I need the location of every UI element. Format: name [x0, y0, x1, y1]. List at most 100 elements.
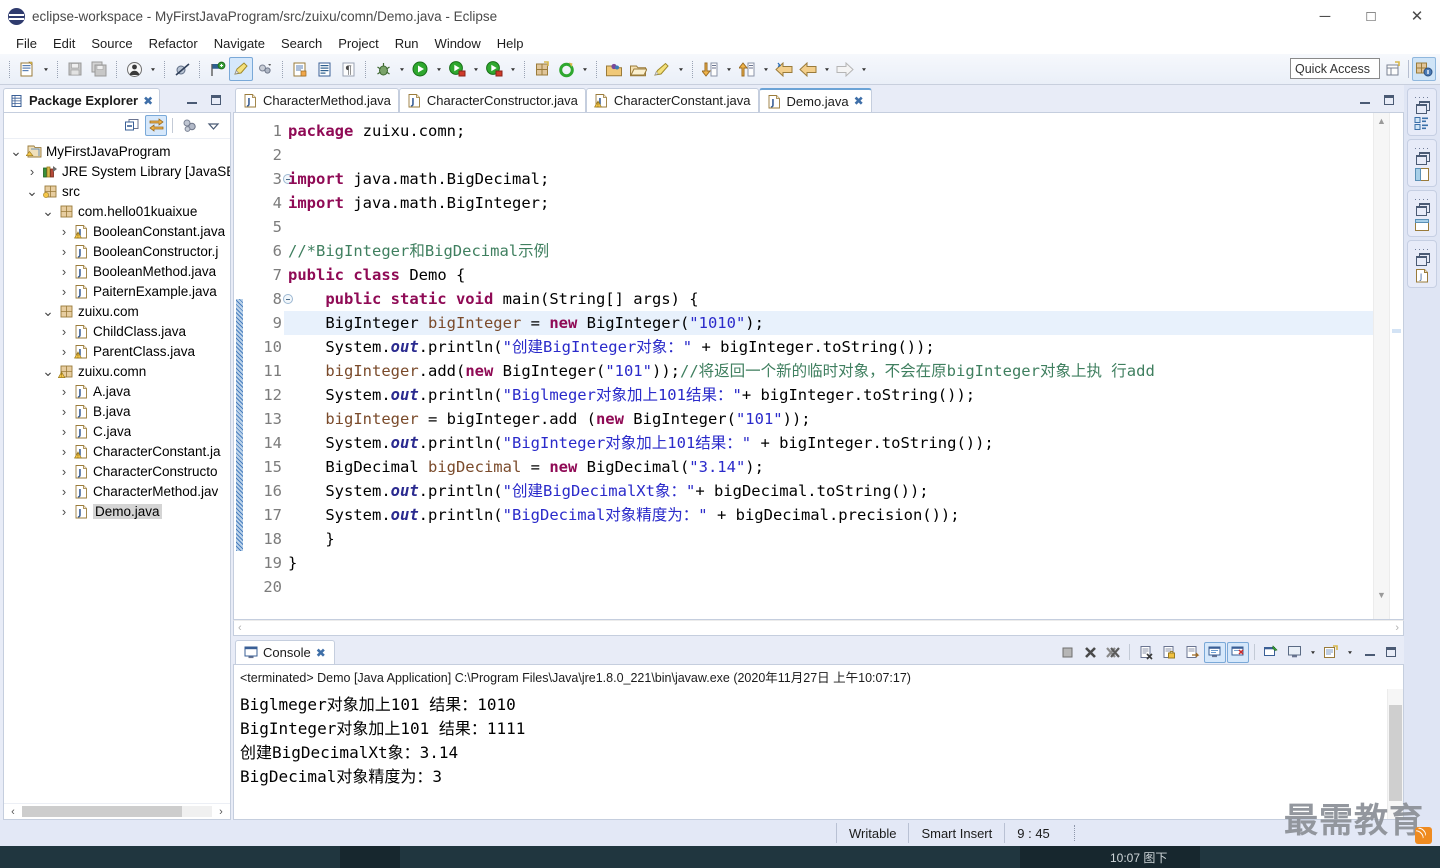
maximize-icon[interactable]	[209, 93, 223, 107]
menu-navigate[interactable]: Navigate	[206, 34, 273, 53]
coverage-dropdown-icon[interactable]	[469, 58, 482, 80]
code-line[interactable]: import java.math.BigDecimal;	[284, 167, 1373, 191]
code-line[interactable]: System.out.println("创建BigInteger对象：" + b…	[284, 335, 1373, 359]
open-console-icon[interactable]	[1320, 642, 1342, 663]
editor-horizontal-scrollbar[interactable]: ‹ ›	[233, 620, 1404, 636]
chevron-right-icon[interactable]: ›	[58, 484, 70, 499]
toggle-breadcrumb-icon[interactable]	[122, 57, 146, 81]
console-output[interactable]: Biglmeger对象加上101 结果：1010 BigInteger对象加上10…	[234, 689, 1387, 819]
chevron-right-icon[interactable]: ›	[58, 404, 70, 419]
drag-handle-icon[interactable]: ․․․․	[1414, 193, 1430, 202]
back-dropdown-icon[interactable]	[820, 58, 833, 80]
run-dropdown-icon[interactable]	[432, 58, 445, 80]
restore-icon[interactable]	[1415, 203, 1430, 216]
next-edit-icon[interactable]	[735, 57, 759, 81]
code-line[interactable]	[284, 143, 1373, 167]
run-icon[interactable]	[408, 57, 432, 81]
drag-handle-icon[interactable]: ․․․․	[1414, 91, 1430, 100]
chevron-right-icon[interactable]: ›	[58, 284, 70, 299]
external-tools-icon[interactable]	[482, 57, 506, 81]
link-with-editor-icon[interactable]	[145, 115, 167, 136]
tree-item[interactable]: › J Demo.java	[4, 501, 230, 521]
minimize-icon[interactable]	[185, 93, 199, 107]
scroll-thumb[interactable]	[1389, 705, 1402, 801]
tree-item[interactable]: ⌄ src	[4, 181, 230, 201]
menu-window[interactable]: Window	[427, 34, 489, 53]
refresh-dropdown-icon[interactable]	[578, 58, 591, 80]
coverage-icon[interactable]	[445, 57, 469, 81]
java-editor-shortcut[interactable]: ․․․․ J	[1407, 240, 1437, 288]
tab-console[interactable]: Console ✖	[235, 640, 335, 664]
open-console-dropdown-icon[interactable]	[1343, 641, 1356, 663]
tree-item[interactable]: ⌄ com.hello01kuaixue	[4, 201, 230, 221]
tree-item[interactable]: › J CharacterConstructo	[4, 461, 230, 481]
refresh-icon[interactable]	[554, 57, 578, 81]
skip-breakpoints-icon[interactable]	[170, 57, 194, 81]
menu-source[interactable]: Source	[83, 34, 140, 53]
minimize-icon[interactable]	[1363, 645, 1377, 659]
quick-fix-icon[interactable]	[650, 57, 674, 81]
pin-console-icon[interactable]	[1260, 642, 1282, 663]
tree-item[interactable]: › J A.java	[4, 381, 230, 401]
outline-view-icon[interactable]	[1414, 116, 1430, 131]
new-java-class-icon[interactable]	[288, 57, 312, 81]
java-perspective-button[interactable]	[1412, 57, 1436, 81]
next-edit-dropdown-icon[interactable]	[759, 58, 772, 80]
previous-edit-dropdown-icon[interactable]	[722, 58, 735, 80]
maximize-icon[interactable]	[1384, 645, 1398, 659]
view-menu-icon[interactable]	[202, 115, 224, 136]
drag-handle-icon[interactable]: ․․․․	[1414, 243, 1430, 252]
code-line[interactable]: BigDecimal bigDecimal = new BigDecimal("…	[284, 455, 1373, 479]
breadcrumb-dropdown-icon[interactable]	[146, 58, 159, 80]
open-folder-icon[interactable]	[626, 57, 650, 81]
back-history-icon[interactable]	[796, 57, 820, 81]
chevron-right-icon[interactable]: ›	[58, 424, 70, 439]
quick-fix-dropdown-icon[interactable]	[674, 58, 687, 80]
back-icon[interactable]	[772, 57, 796, 81]
maximize-icon[interactable]	[1382, 93, 1396, 107]
menu-help[interactable]: Help	[489, 34, 532, 53]
remove-launch-icon[interactable]	[1079, 642, 1101, 663]
tree-item[interactable]: › J CharacterMethod.jav	[4, 481, 230, 501]
code-line[interactable]: }	[284, 527, 1373, 551]
minimize-button[interactable]: ─	[1302, 0, 1348, 32]
scroll-right-icon[interactable]: ›	[214, 806, 228, 818]
restore-icon[interactable]	[1415, 101, 1430, 114]
code-line[interactable]: package zuixu.comn;	[284, 119, 1373, 143]
scroll-down-icon[interactable]: ▼	[1374, 587, 1389, 603]
chevron-down-icon[interactable]: ⌄	[42, 363, 54, 380]
clear-console-icon[interactable]	[1135, 642, 1157, 663]
close-icon[interactable]: ✖	[854, 94, 864, 108]
save-all-icon[interactable]	[87, 57, 111, 81]
code-line[interactable]: }	[284, 551, 1373, 575]
save-icon[interactable]	[63, 57, 87, 81]
show-console-on-error-icon[interactable]	[1227, 641, 1249, 663]
show-console-on-output-icon[interactable]	[1204, 641, 1226, 663]
editor-canvas[interactable]: 1 2 3 4 5 6 7 8 9 10 11 12 13 14 15 16 17 18 19 20 package …	[233, 112, 1404, 620]
minimize-icon[interactable]	[1358, 93, 1372, 107]
debug-dropdown-icon[interactable]	[395, 58, 408, 80]
editor-area-shortcut[interactable]: ․․․․	[1407, 190, 1437, 237]
chevron-right-icon[interactable]: ›	[26, 164, 38, 179]
chevron-right-icon[interactable]: ›	[58, 444, 70, 459]
open-perspective-icon[interactable]	[602, 57, 626, 81]
console-select-dropdown-icon[interactable]	[1306, 641, 1319, 663]
scroll-up-icon[interactable]: ▲	[1374, 113, 1389, 129]
chevron-down-icon[interactable]: ⌄	[26, 183, 38, 200]
tree-item[interactable]: › J! ParentClass.java	[4, 341, 230, 361]
maximize-button[interactable]: □	[1348, 0, 1394, 32]
chevron-right-icon[interactable]: ›	[58, 384, 70, 399]
task-list-view-shortcut[interactable]: ․․․․	[1407, 139, 1437, 187]
tree-item[interactable]: ⌄! zuixu.comn	[4, 361, 230, 381]
scroll-track[interactable]	[22, 806, 212, 817]
close-icon[interactable]: ✖	[143, 94, 153, 108]
taskbar-item[interactable]	[340, 846, 400, 868]
quick-access-input[interactable]: Quick Access	[1290, 58, 1380, 79]
code-line[interactable]: System.out.println("BigDecimal对象精度为：" + …	[284, 503, 1373, 527]
tree-item[interactable]: › J C.java	[4, 421, 230, 441]
project-tree[interactable]: ⌄ MyFirstJavaProgram › JRE System Library […	[4, 139, 230, 803]
new-java-package-icon[interactable]	[312, 57, 336, 81]
collapse-all-icon[interactable]	[121, 115, 143, 136]
tree-item[interactable]: › J! CharacterConstant.ja	[4, 441, 230, 461]
scroll-thumb[interactable]	[22, 806, 182, 817]
